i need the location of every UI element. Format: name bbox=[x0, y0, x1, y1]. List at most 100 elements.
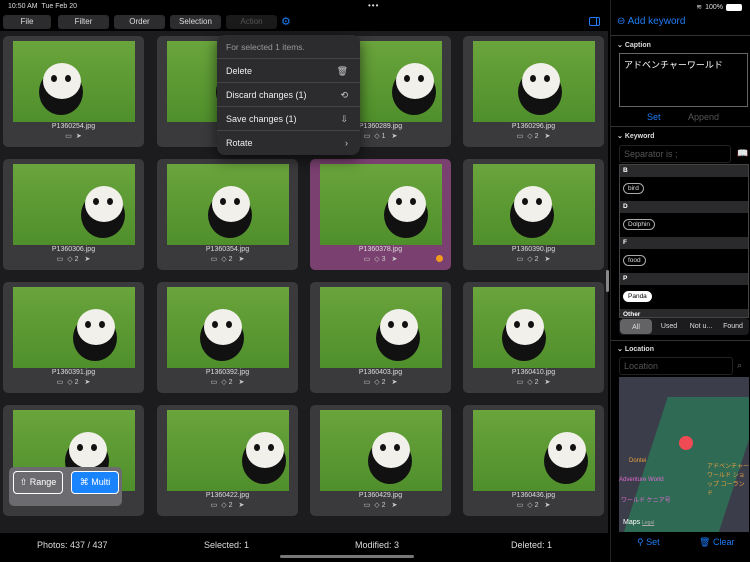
filter-used[interactable]: Used bbox=[653, 318, 685, 335]
location-icon: ➤ bbox=[544, 133, 551, 140]
photo-card[interactable]: P1360429.jpg ▭ ◇ 2 ➤ bbox=[310, 405, 451, 516]
tag-icon: ◇ 2 bbox=[374, 502, 386, 509]
photo-badges: ▭ ◇ 2 ➤ bbox=[3, 255, 144, 263]
filter-button[interactable]: Filter bbox=[58, 15, 109, 29]
photo-filename: P1360429.jpg bbox=[358, 492, 403, 499]
caption-icon: ▭ bbox=[363, 502, 371, 509]
caption-icon: ▭ bbox=[516, 133, 524, 140]
photo-filename: P1360306.jpg bbox=[51, 246, 96, 253]
trash-icon: 🗑 bbox=[336, 66, 348, 76]
photo-thumbnail bbox=[473, 41, 595, 122]
file-button[interactable]: File bbox=[3, 15, 51, 29]
sidebar-toggle-icon[interactable] bbox=[589, 17, 600, 26]
photo-card[interactable]: P1360403.jpg ▭ ◇ 2 ➤ bbox=[310, 282, 451, 393]
photo-thumbnail bbox=[320, 287, 442, 368]
add-keyword-button[interactable]: ⊖ Add keyword bbox=[617, 16, 685, 27]
menu-item-delete[interactable]: Delete 🗑 bbox=[217, 59, 360, 83]
caption-set-button[interactable]: Set bbox=[647, 112, 661, 122]
gear-icon[interactable]: ⚙ bbox=[281, 16, 293, 28]
photo-badges: ▭ ◇ 2 ➤ bbox=[157, 378, 298, 386]
book-icon[interactable]: 📖 bbox=[737, 148, 748, 159]
multi-button[interactable]: ⌘ Multi bbox=[71, 471, 119, 494]
chevron-right-icon: › bbox=[345, 138, 348, 148]
order-button[interactable]: Order bbox=[114, 15, 165, 29]
menu-item-discard[interactable]: Discard changes (1) ⟲ bbox=[217, 83, 360, 107]
location-icon: ➤ bbox=[75, 133, 82, 140]
photo-card[interactable]: P1360296.jpg ▭ ◇ 2 ➤ bbox=[463, 36, 604, 147]
photo-card[interactable]: P1360306.jpg ▭ ◇ 2 ➤ bbox=[3, 159, 144, 270]
location-input[interactable]: Location bbox=[619, 357, 733, 375]
tag-icon: ◇ 2 bbox=[374, 379, 386, 386]
filter-not-used[interactable]: Not u... bbox=[685, 318, 717, 335]
wifi-icon: ≋ bbox=[696, 4, 703, 11]
keyword-group-header: B bbox=[620, 165, 748, 177]
caption-section[interactable]: ⌄ Caption bbox=[617, 41, 651, 49]
photo-badges: ▭➤ bbox=[3, 132, 144, 140]
keyword-chip[interactable]: food bbox=[623, 255, 646, 266]
location-set-button[interactable]: ⚲ Set bbox=[637, 537, 660, 548]
multitask-dots[interactable]: ••• bbox=[368, 1, 379, 10]
map-view[interactable]: Dontei Adventure World ワールド ケニア号 アドベンチャー… bbox=[619, 377, 749, 532]
photo-card[interactable]: P1360392.jpg ▭ ◇ 2 ➤ bbox=[157, 282, 298, 393]
status-bar: 10:50 AM Tue Feb 20 ••• ≋ 100% bbox=[0, 0, 750, 14]
photo-card[interactable]: P1360390.jpg ▭ ◇ 2 ➤ bbox=[463, 159, 604, 270]
photo-thumbnail bbox=[167, 287, 289, 368]
location-icon: ➤ bbox=[238, 256, 245, 263]
photo-card[interactable]: P1360436.jpg ▭ ◇ 2 ➤ bbox=[463, 405, 604, 516]
photo-thumbnail bbox=[320, 164, 442, 245]
photo-badges: ▭ ◇ 2 ➤ bbox=[310, 378, 451, 386]
photo-filename: P1360410.jpg bbox=[511, 369, 556, 376]
keyword-input[interactable]: Separator is ; bbox=[619, 145, 731, 163]
battery-icon bbox=[726, 3, 742, 11]
keyword-list[interactable]: B bird D Dolphin F food P Panda Other bbox=[619, 164, 749, 318]
map-pin-icon[interactable] bbox=[679, 436, 693, 450]
tag-icon: ◇ 2 bbox=[67, 256, 79, 263]
location-section[interactable]: ⌄ Location bbox=[617, 345, 654, 353]
search-icon[interactable]: ⌕ bbox=[737, 360, 742, 371]
selection-button[interactable]: Selection bbox=[170, 15, 221, 29]
photo-filename: P1360403.jpg bbox=[358, 369, 403, 376]
location-icon: ➤ bbox=[391, 379, 398, 386]
photo-thumbnail bbox=[13, 164, 135, 245]
keyword-chip[interactable]: Dolphin bbox=[623, 219, 656, 230]
photo-badges: ▭ ◇ 2 ➤ bbox=[463, 132, 604, 140]
caption-textarea[interactable]: アドベンチャーワールド bbox=[619, 53, 748, 107]
keyword-group-header: D bbox=[620, 201, 748, 213]
maps-logo: Maps Legal bbox=[623, 519, 655, 526]
keyword-filter-segment: All Used Not u... Found bbox=[619, 318, 749, 335]
photo-card[interactable]: P1360354.jpg ▭ ◇ 2 ➤ bbox=[157, 159, 298, 270]
photo-card[interactable]: P1360254.jpg ▭ ➤ bbox=[3, 36, 144, 147]
location-clear-button[interactable]: 🗑 Clear bbox=[699, 537, 734, 548]
keyword-section[interactable]: ⌄ Keyword bbox=[617, 132, 654, 140]
menu-item-label: Rotate bbox=[226, 138, 253, 148]
photo-filename: P1360296.jpg bbox=[511, 123, 556, 130]
keyword-chip[interactable]: bird bbox=[623, 183, 644, 194]
keyword-chip-selected[interactable]: Panda bbox=[623, 291, 652, 302]
location-icon: ➤ bbox=[391, 256, 398, 263]
menu-item-label: Save changes (1) bbox=[226, 114, 297, 124]
photo-card[interactable]: P1360391.jpg ▭ ◇ 2 ➤ bbox=[3, 282, 144, 393]
filter-all[interactable]: All bbox=[620, 319, 652, 334]
caption-append-button[interactable]: Append bbox=[688, 112, 719, 122]
tag-icon: ◇ 2 bbox=[221, 379, 233, 386]
menu-item-label: Discard changes (1) bbox=[226, 90, 307, 100]
range-button[interactable]: ⇧ Range bbox=[13, 471, 63, 494]
menu-item-save[interactable]: Save changes (1) ⇩ bbox=[217, 107, 360, 131]
tag-icon: ◇ 2 bbox=[67, 379, 79, 386]
photo-card[interactable]: P1360410.jpg ▭ ◇ 2 ➤ bbox=[463, 282, 604, 393]
photo-card[interactable]: P1360378.jpg ▭ ◇ 3 ➤ bbox=[310, 159, 451, 270]
selected-count: Selected: 1 bbox=[204, 540, 250, 550]
photo-badges: ▭ ◇ 2 ➤ bbox=[463, 255, 604, 263]
caption-icon: ▭ bbox=[210, 502, 218, 509]
tag-icon: ◇ 2 bbox=[527, 256, 539, 263]
keyword-group-header: F bbox=[620, 237, 748, 249]
photo-card[interactable]: P1360422.jpg ▭ ◇ 2 ➤ bbox=[157, 405, 298, 516]
scrollbar[interactable] bbox=[606, 270, 609, 292]
menu-item-rotate[interactable]: Rotate › bbox=[217, 131, 360, 155]
caption-icon: ▭ bbox=[516, 502, 524, 509]
filter-found[interactable]: Found bbox=[717, 318, 749, 335]
tag-icon: ◇ 2 bbox=[527, 133, 539, 140]
discard-icon: ⟲ bbox=[340, 90, 348, 100]
map-label: Adventure World bbox=[619, 477, 664, 483]
action-button[interactable]: Action bbox=[226, 15, 277, 29]
